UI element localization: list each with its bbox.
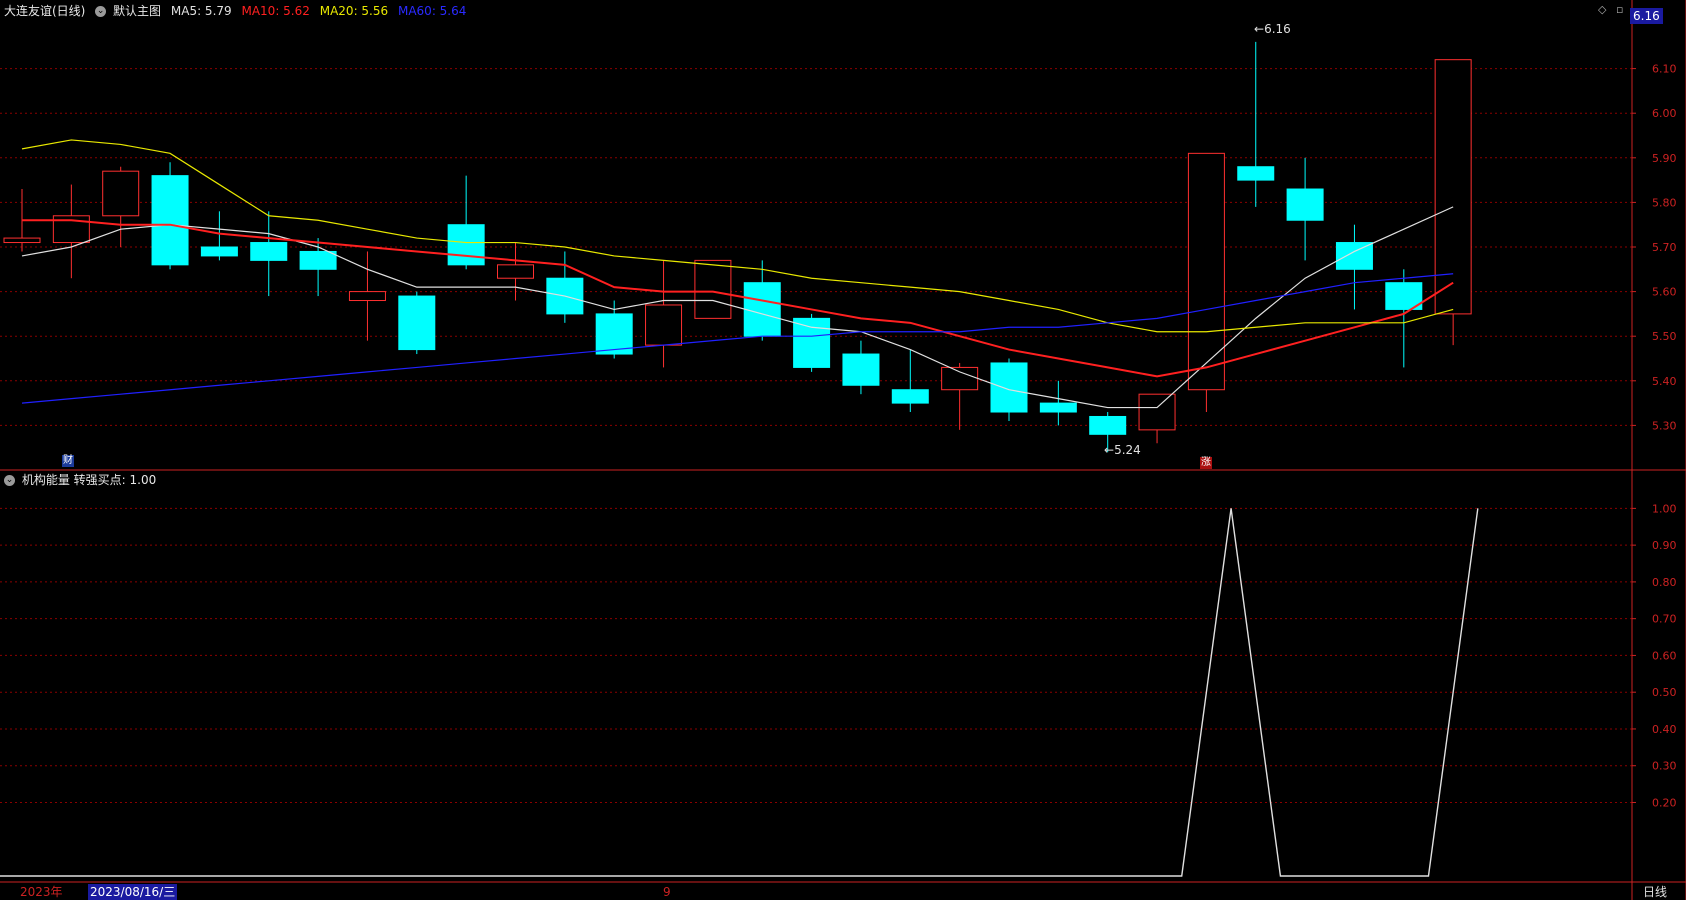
candle-body-up	[694, 259, 732, 319]
candle-body-down	[1089, 415, 1127, 435]
candle-body-down	[891, 389, 929, 404]
indicator-label[interactable]: 机构能量 转强买点: 1.00	[22, 473, 156, 487]
y-tick-label: 5.70	[1652, 241, 1677, 254]
candle-body-up	[3, 237, 41, 244]
y-tick-label: 0.20	[1652, 796, 1677, 809]
current-price-tag: 6.16	[1630, 8, 1663, 24]
y-tick-label: 0.60	[1652, 649, 1677, 662]
chart-canvas: 6.10 6.00 5.90 5.80 5.70 5.60 5.50 5.40 5.30 1.00…	[0, 0, 1686, 900]
ma10-line	[22, 219, 1454, 378]
ma5-line	[21, 206, 1454, 409]
y-tick-label: 0.90	[1652, 539, 1677, 552]
candle-body-down	[1286, 188, 1324, 221]
candle-body-up	[1138, 393, 1176, 431]
ma20-label: MA20: 5.56	[319, 4, 389, 18]
ma60-label: MA60: 5.64	[397, 4, 467, 18]
y-tick-label: 5.90	[1652, 152, 1677, 165]
cursor-date-label: 2023/08/16/三	[88, 884, 178, 900]
candle-body-down	[793, 317, 831, 368]
ma5-label: MA5: 5.79	[170, 4, 232, 18]
candle-body-up	[1434, 59, 1472, 315]
y-tick-label: 6.00	[1652, 107, 1677, 120]
y-tick-label: 1.00	[1652, 502, 1677, 515]
y-tick-label: 0.80	[1652, 576, 1677, 589]
candle-body-down	[250, 242, 288, 261]
candle-body-down	[842, 353, 880, 386]
year-label: 2023年	[20, 885, 63, 899]
candle-body-down	[398, 295, 436, 351]
y-tick-label: 0.40	[1652, 723, 1677, 736]
candle-body-down	[151, 175, 189, 266]
low-price-annotation: ←5.24	[1104, 443, 1141, 457]
y-tick-label: 5.30	[1652, 419, 1677, 432]
period-label[interactable]: 日线	[1643, 884, 1667, 900]
y-tick-label: 6.10	[1652, 63, 1677, 76]
cai-marker[interactable]: 财	[62, 455, 74, 467]
y-tick-label: 5.40	[1652, 375, 1677, 388]
candle-body-up	[348, 291, 386, 302]
y-tick-label: 5.60	[1652, 286, 1677, 299]
zhang-marker[interactable]: 涨	[1200, 457, 1212, 469]
month-label: 9	[663, 885, 671, 899]
chevron-down-icon[interactable]: ⌄	[4, 475, 15, 486]
y-tick-label: 5.50	[1652, 330, 1677, 343]
y-tick-label: 0.70	[1652, 613, 1677, 626]
high-price-annotation: ←6.16	[1254, 22, 1291, 36]
candle-body-up	[645, 304, 683, 346]
grid-layer	[0, 68, 1632, 803]
candle-body-down	[1335, 242, 1373, 270]
stock-title[interactable]: 大连友谊(日线)	[4, 4, 85, 18]
candle-body-up	[1187, 152, 1225, 391]
main-chart-header: 大连友谊(日线) ⌄ 默认主图 MA5: 5.79 MA10: 5.62 MA2…	[4, 3, 466, 19]
y-tick-label: 0.50	[1652, 686, 1677, 699]
ma10-label: MA10: 5.62	[241, 4, 310, 18]
candle-body-down	[990, 362, 1028, 413]
candle-body-down	[447, 224, 485, 266]
y-tick-label: 5.80	[1652, 196, 1677, 209]
axis-layer: 6.10 6.00 5.90 5.80 5.70 5.60 5.50 5.40 5.30 1.00…	[0, 0, 1686, 900]
y-tick-label: 0.30	[1652, 760, 1677, 773]
candle-body-down	[299, 250, 337, 270]
candle-body-down	[1039, 402, 1077, 413]
template-label[interactable]: 默认主图	[113, 4, 161, 18]
candle-body-down	[743, 282, 781, 337]
window-icon[interactable]: ▫	[1616, 3, 1623, 16]
chevron-down-icon[interactable]: ⌄	[95, 6, 107, 17]
diamond-icon[interactable]: ◇	[1598, 3, 1606, 16]
ma60-line	[21, 273, 1454, 404]
candle-body-up	[941, 366, 979, 391]
candle-body-down	[200, 246, 238, 257]
indicator-header: ⌄ 机构能量 转强买点: 1.00	[4, 472, 156, 488]
candle-body-up	[497, 264, 534, 279]
candle-body-down	[1237, 166, 1275, 181]
candle-body-up	[102, 170, 140, 217]
